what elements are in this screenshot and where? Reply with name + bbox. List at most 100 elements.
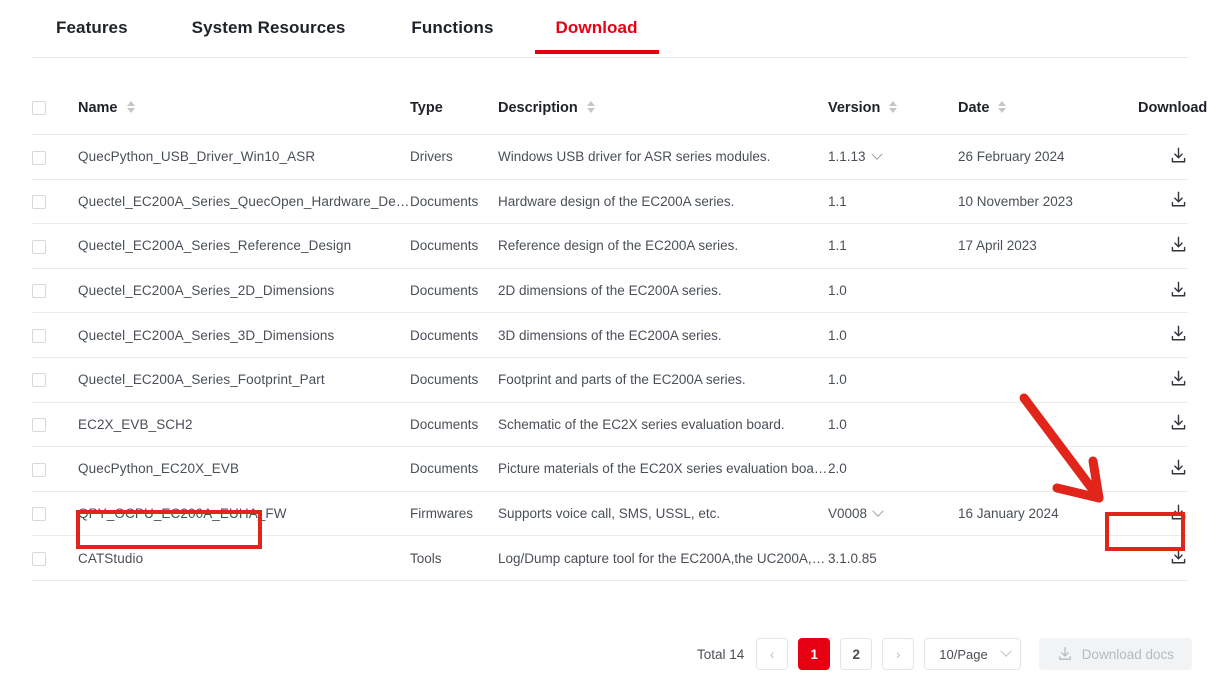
row-date	[958, 268, 1138, 313]
row-type: Documents	[410, 372, 479, 388]
table-row: QuecPython_EC20X_EVB Documents Picture mat…	[32, 447, 1188, 492]
table-row: EC2X_EVB_SCH2 Documents Schematic of the E…	[32, 402, 1188, 447]
page-size-label: 10/Page	[939, 646, 988, 662]
download-icon[interactable]	[1169, 547, 1188, 566]
download-icon[interactable]	[1169, 503, 1188, 522]
download-icon[interactable]	[1169, 369, 1188, 388]
download-icon[interactable]	[1169, 413, 1188, 432]
total-count: Total 14	[696, 646, 745, 662]
download-icon[interactable]	[1169, 324, 1188, 343]
chevron-down-icon[interactable]	[870, 148, 883, 160]
row-checkbox[interactable]	[32, 150, 46, 165]
row-checkbox[interactable]	[32, 551, 46, 566]
sort-date-icon[interactable]	[998, 101, 1007, 114]
row-select-cell	[32, 357, 78, 402]
row-select-cell	[32, 491, 78, 536]
sort-name-icon[interactable]	[126, 101, 135, 114]
row-version: 3.1.0.85	[828, 536, 958, 581]
row-select-cell	[32, 536, 78, 581]
row-version-value: 1.1	[828, 238, 847, 254]
sort-version-icon[interactable]	[889, 101, 898, 114]
table-row: Quectel_EC200A_Series_2D_Dimensions Docum…	[32, 268, 1188, 313]
tab-functions[interactable]: Functions	[411, 18, 493, 54]
row-checkbox[interactable]	[32, 373, 46, 388]
row-name[interactable]: QuecPython_USB_Driver_Win10_ASR	[78, 135, 410, 180]
row-type: Firmwares	[410, 506, 473, 522]
row-type: Documents	[410, 416, 479, 432]
pagination-prev[interactable]: ‹	[756, 638, 789, 670]
download-icon[interactable]	[1169, 146, 1188, 165]
table-head: Name Type Description Version Date Downl…	[32, 100, 1207, 135]
table-row: QPY_OCPU_EC200A_EUHA_FW Firmwares Supports…	[32, 491, 1188, 536]
tab-features[interactable]: Features	[56, 18, 128, 54]
table-body: QuecPython_USB_Driver_Win10_ASR Drivers Wi…	[32, 135, 1188, 581]
download-icon[interactable]	[1169, 235, 1188, 254]
download-table: Name Type Description Version Date Downl…	[32, 100, 1207, 581]
tab-system-resources[interactable]: System Resources	[192, 18, 346, 54]
row-name[interactable]: Quectel_EC200A_Series_QuecOpen_Hardware_…	[78, 179, 410, 224]
row-version-value: 1.1.13	[828, 149, 866, 165]
row-download-cell	[1138, 491, 1188, 536]
row-version-value: 1.0	[828, 416, 847, 432]
header-description[interactable]: Description	[498, 100, 828, 135]
row-checkbox[interactable]	[32, 418, 46, 433]
row-date: 26 February 2024	[958, 149, 1065, 165]
row-select-cell	[32, 447, 78, 492]
row-date	[958, 357, 1138, 402]
select-all-checkbox[interactable]	[32, 101, 46, 116]
row-description: Hardware design of the EC200A series.	[498, 193, 735, 209]
table-row: QuecPython_USB_Driver_Win10_ASR Drivers Wi…	[32, 135, 1188, 180]
header-date[interactable]: Date	[958, 100, 1138, 135]
row-description: Supports voice call, SMS, USSL, etc.	[498, 506, 721, 522]
header-name-label: Name	[78, 100, 118, 116]
row-version-value: V0008	[828, 506, 868, 522]
row-checkbox[interactable]	[32, 462, 46, 477]
row-description: Windows USB driver for ASR series module…	[498, 149, 771, 165]
row-checkbox[interactable]	[32, 507, 46, 522]
sort-description-icon[interactable]	[586, 101, 595, 114]
row-checkbox[interactable]	[32, 195, 46, 210]
row-download-cell	[1138, 224, 1188, 269]
tab-download[interactable]: Download	[534, 18, 659, 54]
row-description: Reference design of the EC200A series.	[498, 238, 739, 254]
header-description-label: Description	[498, 100, 578, 116]
row-name[interactable]: EC2X_EVB_SCH2	[78, 402, 410, 447]
chevron-down-icon[interactable]	[872, 505, 884, 517]
download-docs-label: Download docs	[1081, 646, 1174, 662]
row-name[interactable]: Quectel_EC200A_Series_2D_Dimensions	[78, 268, 410, 313]
row-type: Documents	[410, 327, 479, 343]
row-select-cell	[32, 135, 78, 180]
pagination-page-2[interactable]: 2	[840, 638, 873, 670]
header-version[interactable]: Version	[828, 100, 958, 135]
row-name[interactable]: Quectel_EC200A_Series_3D_Dimensions	[78, 313, 410, 358]
download-icon[interactable]	[1169, 190, 1188, 209]
row-version: 1.1	[828, 179, 958, 224]
row-name[interactable]: QPY_OCPU_EC200A_EUHA_FW	[78, 491, 410, 536]
pagination-next[interactable]: ›	[882, 638, 915, 670]
row-version-value: 1.0	[828, 372, 847, 388]
table-row: Quectel_EC200A_Series_Footprint_Part Docu…	[32, 357, 1188, 403]
row-download-cell	[1138, 268, 1188, 313]
row-checkbox[interactable]	[32, 328, 46, 343]
row-date: 16 January 2024	[958, 506, 1059, 522]
row-name[interactable]: CATStudio	[78, 536, 410, 581]
download-icon[interactable]	[1169, 458, 1188, 477]
table-row: Quectel_EC200A_Series_Reference_Design Do…	[32, 224, 1188, 269]
row-description: Footprint and parts of the EC200A series…	[498, 372, 746, 388]
table-row: Quectel_EC200A_Series_QuecOpen_Hardware_…	[32, 179, 1188, 224]
row-description: Log/Dump capture tool for the EC200A,the…	[498, 550, 828, 566]
page-size-select[interactable]: 10/Page	[924, 638, 1021, 670]
row-download-cell	[1138, 179, 1188, 224]
download-icon[interactable]	[1169, 280, 1188, 299]
pagination-page-1[interactable]: 1	[798, 638, 831, 670]
download-docs-button[interactable]: Download docs	[1038, 638, 1192, 670]
row-download-cell	[1138, 313, 1188, 358]
row-checkbox[interactable]	[32, 239, 46, 254]
row-name[interactable]: QuecPython_EC20X_EVB	[78, 447, 410, 492]
table-header-row: Name Type Description Version Date Downl…	[32, 100, 1207, 135]
row-name[interactable]: Quectel_EC200A_Series_Reference_Design	[78, 224, 410, 269]
row-name[interactable]: Quectel_EC200A_Series_Footprint_Part	[78, 357, 410, 402]
row-checkbox[interactable]	[32, 284, 46, 299]
table-row: Quectel_EC200A_Series_3D_Dimensions Docum…	[32, 313, 1188, 358]
header-name[interactable]: Name	[78, 100, 410, 135]
